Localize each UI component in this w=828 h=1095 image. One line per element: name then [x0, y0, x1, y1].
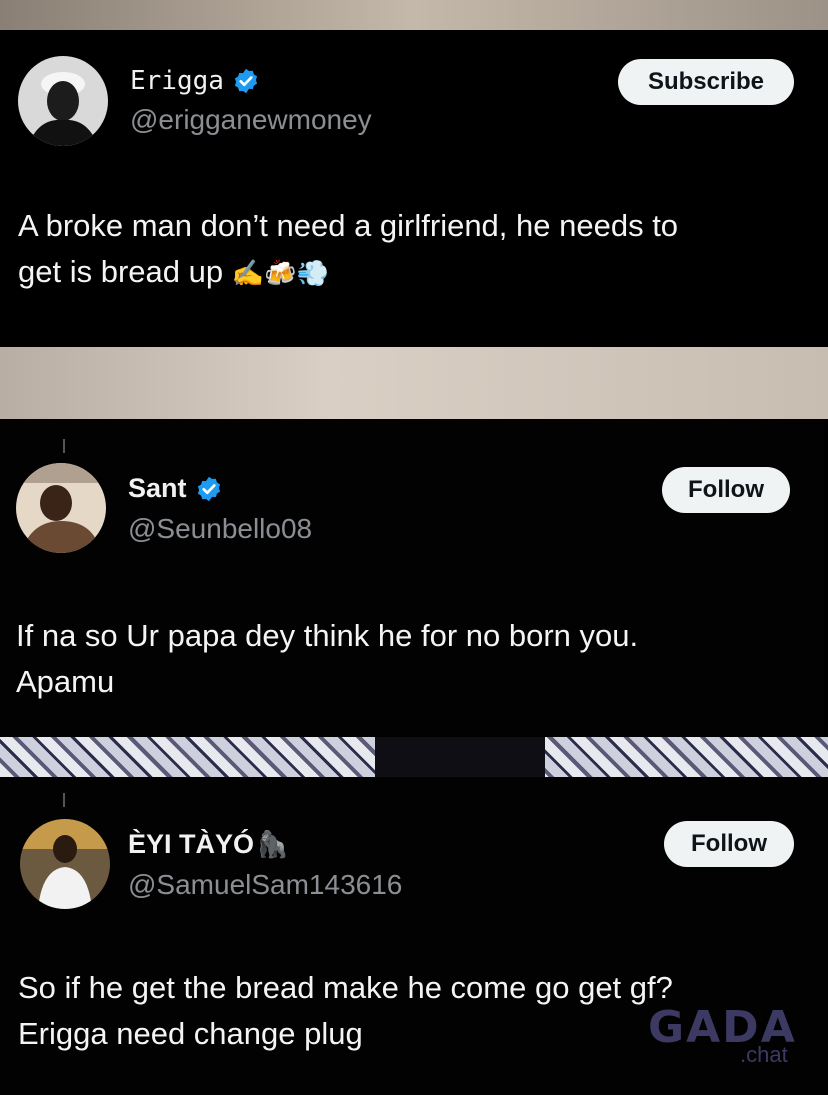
author-handle[interactable]: @SamuelSam143616 [128, 869, 402, 901]
post-card-erigga: Erigga @erigganewmoney Subscribe A broke… [0, 30, 828, 347]
author-handle[interactable]: @erigganewmoney [130, 104, 372, 136]
post-text: So if he get the bread make he come go g… [18, 965, 673, 1057]
avatar-eyi-tayo[interactable] [20, 819, 110, 909]
follow-button[interactable]: Follow [662, 467, 790, 513]
author-handle[interactable]: @Seunbello08 [128, 513, 312, 545]
post-text-line: Apamu [16, 664, 115, 699]
post-text: If na so Ur papa dey think he for no bor… [16, 613, 638, 705]
post-text-line: If na so Ur papa dey think he for no bor… [16, 618, 639, 653]
background-photo-top [0, 0, 828, 30]
post-text-line: A broke man don’t need a girlfriend, he … [18, 208, 679, 243]
gorilla-icon: 🦍 [256, 829, 289, 859]
watermark-suffix: .chat [740, 1042, 788, 1067]
follow-button[interactable]: Follow [664, 821, 794, 867]
author-name[interactable]: ÈYI TÀYÓ [128, 829, 254, 860]
verified-badge-icon [197, 476, 220, 501]
background-photo-middle [0, 347, 828, 766]
shirt-placket [375, 737, 545, 777]
post-text: A broke man don’t need a girlfriend, he … [18, 203, 678, 296]
thread-connector [63, 439, 65, 453]
post-text-line: So if he get the bread make he come go g… [18, 970, 673, 1005]
thread-connector [63, 793, 65, 807]
author-name[interactable]: Erigga [130, 66, 224, 96]
verified-badge-icon [234, 68, 258, 94]
post-emojis: ✍️🍻💨 [231, 258, 329, 288]
post-text-line: get is bread up [18, 254, 224, 289]
post-text-line: Erigga need change plug [18, 1016, 363, 1051]
avatar-sant[interactable] [16, 463, 106, 553]
author-name[interactable]: Sant [128, 473, 187, 504]
avatar-erigga[interactable] [18, 56, 108, 146]
gada-watermark: GADA .chat [648, 1002, 798, 1072]
post-card-sant: Sant @Seunbello08 Follow If na so Ur pap… [0, 419, 824, 737]
subscribe-button[interactable]: Subscribe [618, 59, 794, 105]
